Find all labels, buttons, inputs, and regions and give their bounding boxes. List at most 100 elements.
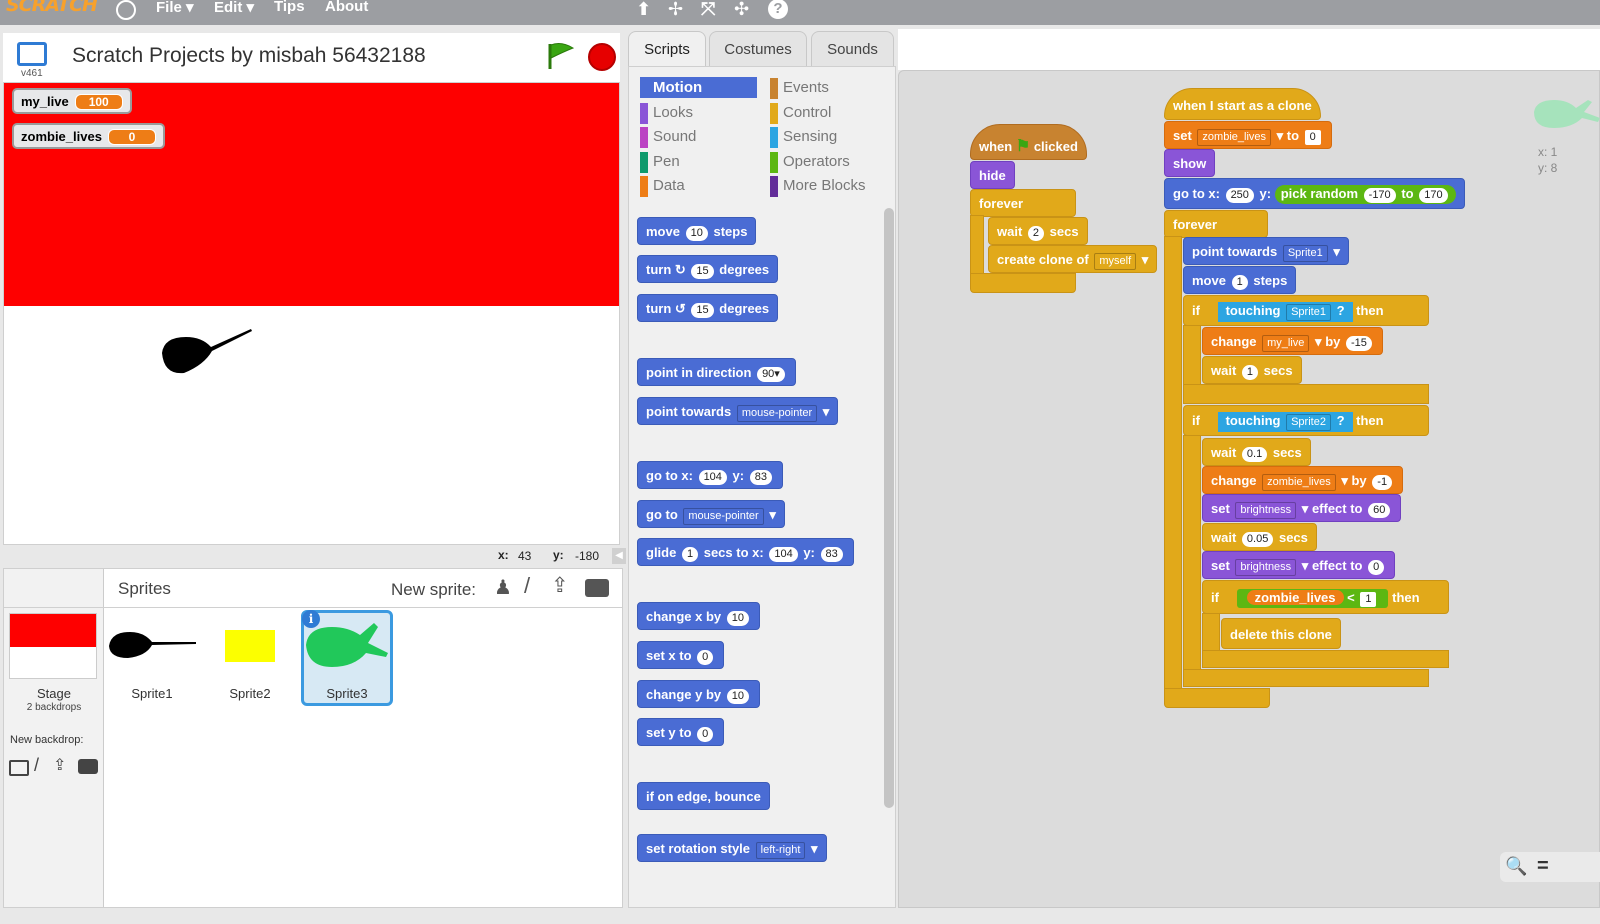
block-input[interactable]: 10	[726, 611, 750, 626]
block-go-to-xy-random[interactable]: go to x: 250 y: pick random -170 to 170	[1164, 178, 1465, 209]
block-delete-this-clone[interactable]: delete this clone	[1221, 618, 1341, 649]
block-dropdown[interactable]: Sprite2	[1286, 414, 1331, 431]
block-set-brightness-0[interactable]: set brightness ▾ effect to 0	[1202, 551, 1396, 579]
menu-file[interactable]: File ▾	[156, 0, 194, 16]
block-dropdown[interactable]: mouse-pointer	[736, 405, 818, 422]
sprite-info-icon[interactable]: i	[302, 610, 320, 628]
block-dropdown[interactable]: brightness	[1235, 502, 1297, 519]
block-point-towards-sprite1[interactable]: point towards Sprite1 ▾	[1183, 237, 1349, 265]
block-dropdown[interactable]: Sprite1	[1282, 245, 1328, 262]
globe-icon[interactable]	[116, 0, 136, 20]
help-tool-icon[interactable]: ?	[768, 0, 788, 19]
block-pick-random[interactable]: pick random -170 to 170	[1274, 185, 1456, 204]
zoom-out-icon[interactable]: 🔍	[1505, 856, 1527, 877]
block-wait-0-1-secs[interactable]: wait 0.1 secs	[1202, 438, 1311, 466]
block-input[interactable]: 1	[1231, 275, 1248, 290]
sprite-tile-sprite2[interactable]: Sprite2	[204, 610, 296, 706]
menu-about[interactable]: About	[325, 0, 368, 15]
paint-backdrop-library-icon[interactable]	[9, 760, 29, 776]
block-input[interactable]: 250	[1225, 188, 1254, 203]
upload-sprite-icon[interactable]: ⇪	[551, 573, 569, 598]
block-touching[interactable]: touching Sprite1 ?	[1217, 302, 1353, 322]
scratch-logo[interactable]: SCRATCH	[6, 0, 98, 16]
category-pen[interactable]: Pen	[640, 151, 757, 173]
block-move-steps[interactable]: move 10 steps	[637, 217, 757, 245]
block-less-than[interactable]: zombie_lives < 1	[1236, 589, 1389, 608]
block-hide[interactable]: hide	[970, 161, 1015, 189]
block-dropdown[interactable]: Sprite1	[1286, 304, 1331, 321]
block-input[interactable]: 2	[1027, 226, 1045, 241]
block-set-brightness-60[interactable]: set brightness ▾ effect to 60	[1202, 494, 1402, 522]
sprite1-on-stage[interactable]	[156, 325, 256, 377]
category-events[interactable]: Events	[770, 77, 887, 99]
block-input[interactable]: 104	[698, 470, 727, 485]
camera-backdrop-icon[interactable]	[78, 759, 98, 774]
block-forever[interactable]: forever	[970, 189, 1076, 217]
block-dropdown[interactable]: zombie_lives	[1262, 474, 1336, 491]
paint-backdrop-brush-icon[interactable]: /	[34, 755, 39, 776]
block-go-to[interactable]: go to mouse-pointer ▾	[637, 500, 785, 528]
block-input[interactable]: 0	[697, 650, 714, 665]
collapse-stage-icon[interactable]: ◀	[612, 548, 626, 564]
block-dropdown[interactable]: brightness	[1235, 559, 1297, 576]
block-input[interactable]: 170	[1419, 188, 1448, 203]
choose-sprite-library-icon[interactable]: ♟	[494, 575, 512, 600]
block-change-x[interactable]: change x by 10	[637, 602, 761, 630]
block-input[interactable]: 0.05	[1241, 532, 1274, 547]
block-input[interactable]: 0	[697, 727, 714, 742]
block-if-touching-sprite1[interactable]: if touching Sprite1 ? then	[1183, 295, 1429, 326]
block-input[interactable]: 0	[1368, 560, 1385, 575]
category-looks[interactable]: Looks	[640, 102, 757, 124]
block-input[interactable]: 15	[691, 303, 714, 318]
camera-sprite-icon[interactable]	[585, 579, 609, 597]
block-turn-right[interactable]: turn ↻ 15 degrees	[637, 255, 779, 283]
block-glide[interactable]: glide 1 secs to x: 104 y: 83	[637, 538, 854, 566]
block-forever-2[interactable]: forever	[1164, 210, 1268, 238]
block-dropdown[interactable]: left-right	[755, 842, 806, 859]
block-input[interactable]: 60	[1368, 503, 1391, 518]
block-input[interactable]: 0.1	[1241, 447, 1268, 462]
tab-sounds[interactable]: Sounds	[811, 31, 894, 67]
block-point-in-direction[interactable]: point in direction 90▾	[637, 358, 796, 386]
grow-tool-icon[interactable]: ⤧	[701, 0, 715, 20]
block-input[interactable]: 1	[1360, 592, 1377, 607]
block-input[interactable]: 1	[681, 547, 699, 562]
block-touching[interactable]: touching Sprite2 ?	[1217, 412, 1353, 432]
category-data[interactable]: Data	[640, 175, 757, 197]
category-operators[interactable]: Operators	[770, 151, 887, 173]
block-input[interactable]: 90▾	[757, 367, 785, 382]
block-change-y[interactable]: change y by 10	[637, 680, 761, 708]
variable-monitor-my-live[interactable]: my_live 100	[12, 88, 132, 114]
stage-thumbnail[interactable]	[9, 613, 97, 679]
block-input[interactable]: 10	[726, 689, 750, 704]
paint-new-sprite-icon[interactable]: /	[524, 573, 530, 599]
block-input[interactable]: -170	[1363, 188, 1396, 203]
shrink-tool-icon[interactable]: ✣	[734, 0, 749, 20]
block-input[interactable]: 10	[685, 226, 708, 241]
project-title[interactable]: Scratch Projects by misbah 56432188	[72, 44, 426, 68]
block-dropdown[interactable]: my_live	[1262, 335, 1310, 352]
palette-scrollbar[interactable]	[884, 208, 894, 808]
zoom-reset-icon[interactable]: =	[1537, 855, 1549, 878]
block-input[interactable]: 15	[691, 264, 714, 279]
category-more-blocks[interactable]: More Blocks	[770, 175, 887, 197]
block-input[interactable]: -1	[1372, 475, 1393, 490]
reporter-zombie-lives[interactable]: zombie_lives	[1246, 590, 1344, 605]
block-set-x[interactable]: set x to 0	[637, 641, 725, 669]
block-wait-secs[interactable]: wait 2 secs	[988, 217, 1088, 245]
block-dropdown[interactable]: myself	[1094, 253, 1137, 270]
block-change-my-live[interactable]: change my_live ▾ by -15	[1202, 327, 1383, 355]
stage-canvas[interactable]: my_live 100 zombie_lives 0	[3, 82, 620, 545]
category-motion-selected[interactable]: Motion	[640, 77, 757, 98]
block-create-clone[interactable]: create clone of myself ▾	[988, 245, 1158, 273]
block-if-zombie-lives-less-than[interactable]: if zombie_lives < 1 then	[1202, 580, 1449, 614]
block-set-variable[interactable]: set zombie_lives ▾ to 0	[1164, 121, 1332, 149]
block-turn-left[interactable]: turn ↺ 15 degrees	[637, 294, 779, 322]
sprite-tile-sprite1[interactable]: Sprite1	[106, 610, 198, 706]
block-input[interactable]: 0	[1304, 130, 1321, 145]
category-sensing[interactable]: Sensing	[770, 126, 887, 148]
menu-tips[interactable]: Tips	[274, 0, 305, 15]
block-dropdown[interactable]: mouse-pointer	[683, 508, 764, 525]
green-flag-icon[interactable]	[546, 42, 576, 70]
tab-costumes[interactable]: Costumes	[709, 31, 807, 67]
